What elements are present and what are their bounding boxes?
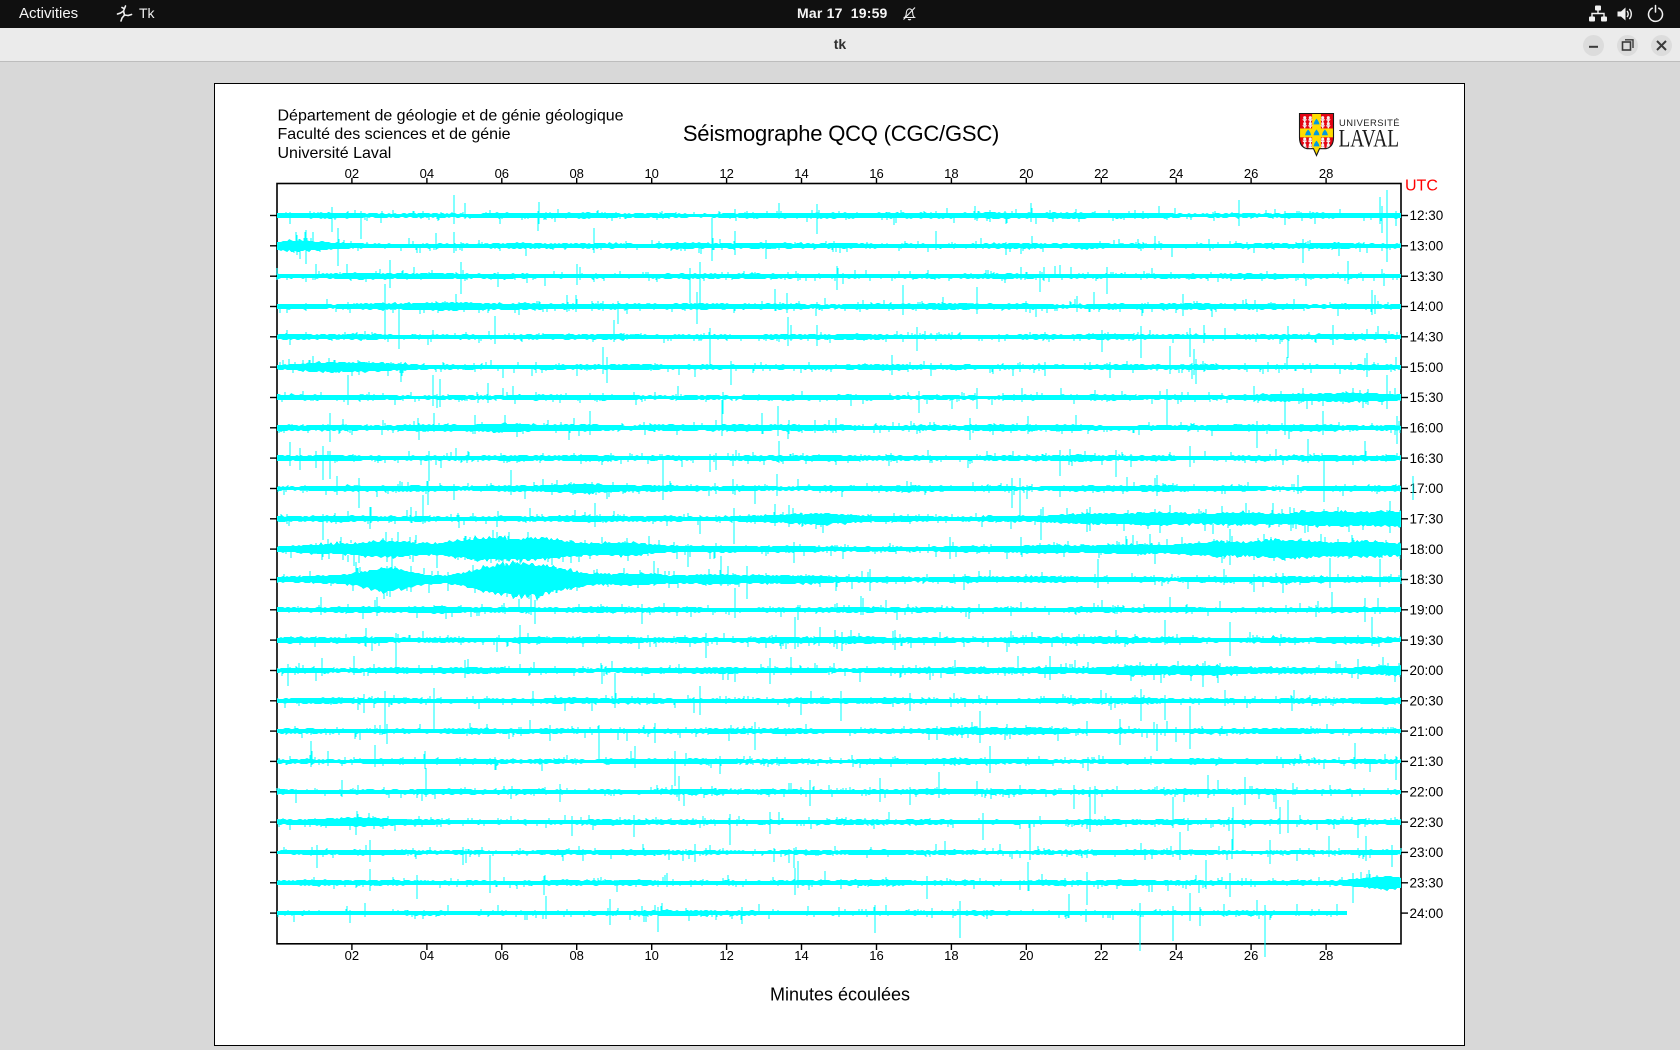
svg-text:08: 08 [569,948,583,963]
svg-text:17:00: 17:00 [1410,481,1444,496]
svg-text:02: 02 [345,948,359,963]
svg-text:UTC: UTC [1405,177,1438,194]
svg-text:21:00: 21:00 [1410,724,1444,739]
svg-text:18: 18 [944,166,958,181]
svg-text:26: 26 [1244,166,1258,181]
svg-text:21:30: 21:30 [1410,754,1444,769]
svg-text:23:30: 23:30 [1410,876,1444,891]
svg-text:Département de géologie et de: Département de géologie et de génie géol… [278,108,624,125]
svg-text:04: 04 [420,166,434,181]
svg-text:10: 10 [644,948,658,963]
svg-text:16:00: 16:00 [1410,421,1444,436]
svg-text:19:30: 19:30 [1410,633,1444,648]
svg-text:LAVAL: LAVAL [1339,126,1400,153]
svg-text:06: 06 [495,948,509,963]
svg-text:14: 14 [794,948,808,963]
svg-text:Minutes écoulées: Minutes écoulées [770,984,910,1004]
svg-text:16: 16 [869,948,883,963]
svg-text:18:30: 18:30 [1410,572,1444,587]
svg-text:13:00: 13:00 [1410,239,1444,254]
svg-text:06: 06 [495,166,509,181]
svg-text:20:30: 20:30 [1410,694,1444,709]
svg-text:12: 12 [719,948,733,963]
svg-text:12:30: 12:30 [1410,208,1444,223]
svg-text:22:00: 22:00 [1410,785,1444,800]
svg-text:17:30: 17:30 [1410,512,1444,527]
svg-text:04: 04 [420,948,434,963]
svg-text:15:30: 15:30 [1410,390,1444,405]
svg-text:20: 20 [1019,166,1033,181]
svg-text:24: 24 [1169,166,1183,181]
svg-text:12: 12 [719,166,733,181]
svg-text:22: 22 [1094,948,1108,963]
svg-text:02: 02 [345,166,359,181]
svg-text:19:00: 19:00 [1410,603,1444,618]
svg-text:23:00: 23:00 [1410,845,1444,860]
svg-text:14: 14 [794,166,808,181]
svg-text:24: 24 [1169,948,1183,963]
svg-text:28: 28 [1319,948,1333,963]
svg-text:22: 22 [1094,166,1108,181]
svg-text:Faculté des sciences et de gén: Faculté des sciences et de génie [278,126,511,143]
svg-text:24:00: 24:00 [1410,906,1444,921]
svg-text:Université Laval: Université Laval [278,145,392,162]
svg-text:16: 16 [869,166,883,181]
svg-text:22:30: 22:30 [1410,815,1444,830]
svg-text:15:00: 15:00 [1410,360,1444,375]
svg-text:18:00: 18:00 [1410,542,1444,557]
svg-text:Séismographe QCQ (CGC/GSC): Séismographe QCQ (CGC/GSC) [683,121,999,146]
svg-text:14:00: 14:00 [1410,299,1444,314]
svg-text:16:30: 16:30 [1410,451,1444,466]
svg-text:08: 08 [569,166,583,181]
svg-text:20:00: 20:00 [1410,663,1444,678]
svg-text:13:30: 13:30 [1410,269,1444,284]
svg-text:10: 10 [644,166,658,181]
svg-text:28: 28 [1319,166,1333,181]
svg-text:14:30: 14:30 [1410,330,1444,345]
svg-text:26: 26 [1244,948,1258,963]
svg-text:18: 18 [944,948,958,963]
svg-text:20: 20 [1019,948,1033,963]
